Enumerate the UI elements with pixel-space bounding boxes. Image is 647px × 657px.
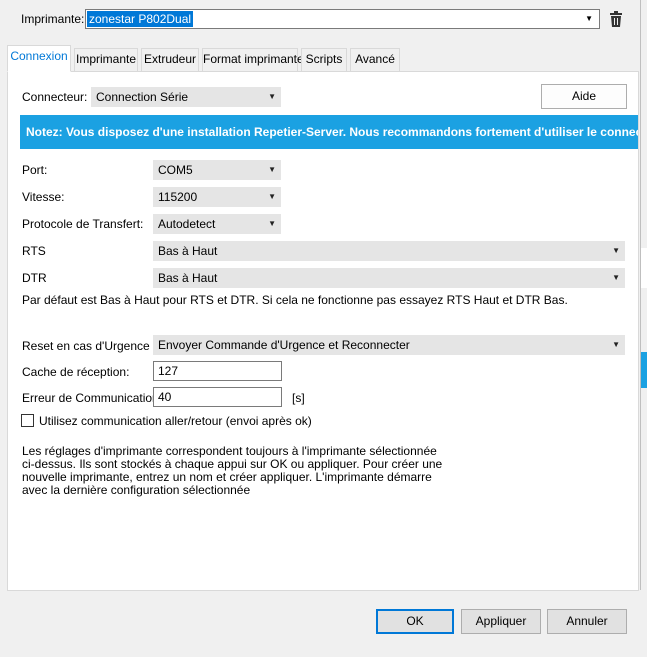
emergency-reset-value: Envoyer Commande d'Urgence et Reconnecte… <box>158 338 410 352</box>
tab-format-imprimante[interactable]: Format imprimante <box>202 48 304 71</box>
speed-value: 115200 <box>158 190 198 204</box>
comm-error-input[interactable]: 40 <box>153 387 282 407</box>
tab-extrudeur[interactable]: Extrudeur <box>141 48 199 71</box>
window-right-border <box>640 0 641 590</box>
trash-icon[interactable] <box>608 10 624 28</box>
protocol-label: Protocole de Transfert: <box>22 217 144 231</box>
dtr-select[interactable]: Bas à Haut ▼ <box>153 268 625 288</box>
cache-input[interactable]: 127 <box>153 361 282 381</box>
port-label: Port: <box>22 163 48 177</box>
chevron-down-icon: ▼ <box>268 192 276 201</box>
connector-select[interactable]: Connection Série ▼ <box>91 87 281 107</box>
ok-button[interactable]: OK <box>376 609 454 634</box>
chevron-down-icon: ▼ <box>612 340 620 349</box>
protocol-select[interactable]: Autodetect ▼ <box>153 214 281 234</box>
emergency-reset-label: Reset en cas d'Urgence <box>22 339 150 353</box>
cancel-button[interactable]: Annuler <box>547 609 627 634</box>
tab-connexion[interactable]: Connexion <box>7 45 71 72</box>
chevron-down-icon[interactable]: ▼ <box>585 10 593 28</box>
speed-label: Vitesse: <box>22 190 65 204</box>
tab-imprimante[interactable]: Imprimante <box>74 48 138 71</box>
rts-dtr-hint: Par défaut est Bas à Haut pour RTS et DT… <box>22 293 568 307</box>
info-line-2: ci-dessus. Ils sont stockés à chaque app… <box>22 457 443 471</box>
info-line-3: nouvelle imprimante, entrez un nom et cr… <box>22 470 432 484</box>
tab-avance[interactable]: Avancé <box>350 48 400 71</box>
port-value: COM5 <box>158 163 193 177</box>
pingpong-label[interactable]: Utilisez communication aller/retour (env… <box>39 414 312 428</box>
printer-label: Imprimante: <box>21 12 85 26</box>
port-select[interactable]: COM5 ▼ <box>153 160 281 180</box>
speed-select[interactable]: 115200 ▼ <box>153 187 281 207</box>
cache-label: Cache de réception: <box>22 365 130 379</box>
chevron-down-icon: ▼ <box>268 92 276 101</box>
rts-select[interactable]: Bas à Haut ▼ <box>153 241 625 261</box>
background-window-accent <box>641 352 647 388</box>
info-line-1: Les réglages d'imprimante correspondent … <box>22 444 437 458</box>
chevron-down-icon: ▼ <box>268 219 276 228</box>
apply-button[interactable]: Appliquer <box>461 609 541 634</box>
chevron-down-icon: ▼ <box>268 165 276 174</box>
connector-value: Connection Série <box>96 90 189 104</box>
emergency-reset-select[interactable]: Envoyer Commande d'Urgence et Reconnecte… <box>153 335 625 355</box>
background-window-edge <box>641 248 647 288</box>
pingpong-checkbox[interactable] <box>21 414 34 427</box>
help-button[interactable]: Aide <box>541 84 627 109</box>
dtr-label: DTR <box>22 271 47 285</box>
printer-combo[interactable]: zonestar P802Dual ▼ <box>85 9 600 29</box>
chevron-down-icon: ▼ <box>612 273 620 282</box>
dtr-value: Bas à Haut <box>158 271 218 285</box>
comm-error-unit: [s] <box>292 391 305 405</box>
protocol-value: Autodetect <box>158 217 216 231</box>
tab-scripts[interactable]: Scripts <box>301 48 347 71</box>
connector-label: Connecteur: <box>22 90 88 104</box>
chevron-down-icon: ▼ <box>612 246 620 255</box>
comm-error-label: Erreur de Communication: <box>22 391 163 405</box>
repetier-server-notice: Notez: Vous disposez d'une installation … <box>20 115 638 149</box>
button-bar <box>0 591 641 657</box>
printer-name[interactable]: zonestar P802Dual <box>87 11 194 27</box>
info-line-4: avec la dernière configuration sélection… <box>22 483 251 497</box>
tab-panel: Connecteur: Connection Série ▼ Aide Note… <box>7 71 639 591</box>
rts-value: Bas à Haut <box>158 244 218 258</box>
rts-label: RTS <box>22 244 46 258</box>
